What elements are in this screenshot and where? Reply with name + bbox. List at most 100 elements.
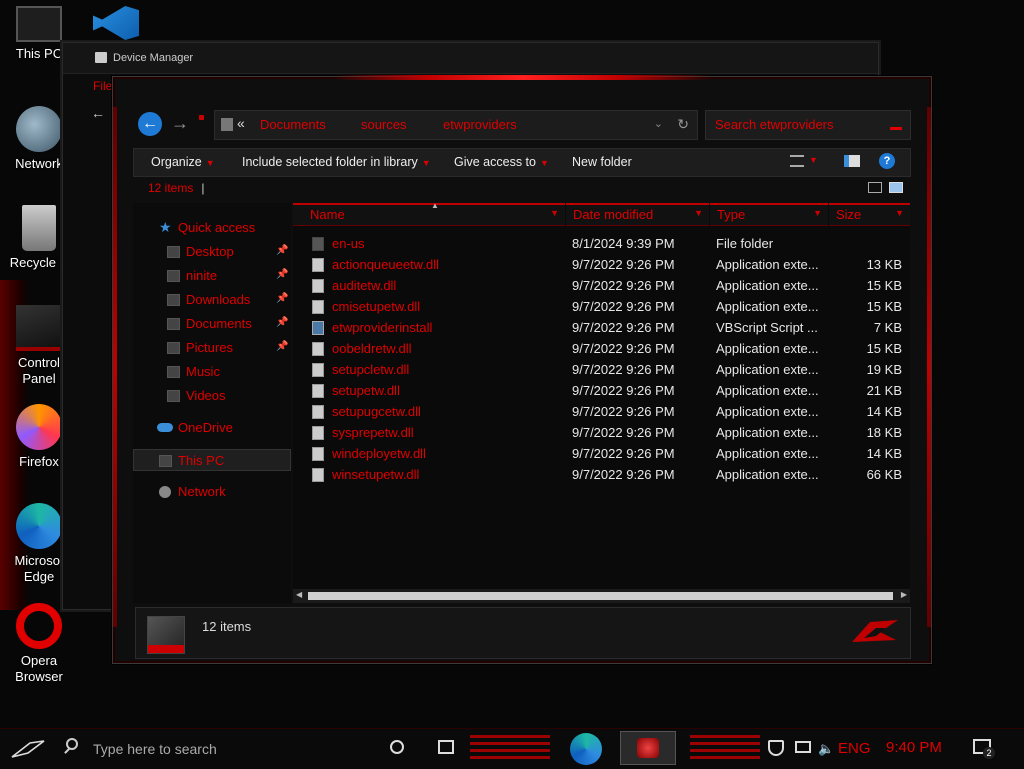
breadcrumb-etwproviders[interactable]: etwproviders bbox=[443, 117, 517, 132]
scrollbar-thumb[interactable] bbox=[308, 592, 893, 600]
column-header-size[interactable]: Size ▼ bbox=[829, 203, 910, 226]
column-label: Type bbox=[717, 207, 746, 222]
desktop-icon-opera[interactable]: Opera Browser bbox=[0, 603, 78, 685]
address-dropdown-icon[interactable]: ⌄ bbox=[654, 117, 663, 130]
table-row[interactable]: setupcletw.dll 9/7/2022 9:26 PM Applicatio… bbox=[293, 359, 910, 380]
device-manager-titlebar[interactable]: Device Manager bbox=[63, 43, 878, 74]
table-row[interactable]: winsetupetw.dll 9/7/2022 9:26 PM Applicati… bbox=[293, 464, 910, 485]
nav-this-pc[interactable]: This PC bbox=[133, 449, 291, 471]
scroll-right-icon[interactable]: ▶ bbox=[901, 590, 907, 599]
nav-item-videos[interactable]: Videos bbox=[133, 385, 291, 407]
chevron-down-icon: ▼ bbox=[421, 158, 431, 168]
start-button[interactable] bbox=[10, 737, 46, 759]
refresh-icon[interactable]: ↻ bbox=[677, 116, 689, 133]
table-row[interactable]: actionqueueetw.dll 9/7/2022 9:26 PM Applic… bbox=[293, 254, 910, 275]
pin-icon[interactable]: 📌 bbox=[276, 341, 288, 352]
chevron-down-icon[interactable]: ▼ bbox=[809, 155, 818, 165]
column-header-date[interactable]: Date modified ▼ bbox=[566, 203, 709, 226]
nav-label: Desktop bbox=[186, 244, 234, 259]
table-row[interactable]: en-us 8/1/2024 9:39 PM File folder bbox=[293, 233, 910, 254]
cortana-icon[interactable] bbox=[390, 740, 404, 754]
table-row[interactable]: setupugcetw.dll 9/7/2022 9:26 PM Applicati… bbox=[293, 401, 910, 422]
file-date-modified: 8/1/2024 9:39 PM bbox=[572, 236, 675, 251]
search-icon[interactable] bbox=[66, 738, 78, 750]
up-button[interactable] bbox=[199, 115, 204, 120]
security-shield-icon[interactable] bbox=[768, 740, 784, 756]
table-row[interactable]: auditetw.dll 9/7/2022 9:26 PM Application … bbox=[293, 275, 910, 296]
volume-muted-icon[interactable]: 🔈 bbox=[818, 741, 834, 757]
breadcrumb-overflow-icon[interactable]: « bbox=[237, 115, 245, 131]
include-in-library-button[interactable]: Include selected folder in library ▼ bbox=[242, 155, 431, 169]
edge-taskbar-icon[interactable] bbox=[570, 733, 602, 765]
device-manager-menu-file[interactable]: File bbox=[93, 79, 112, 93]
table-row[interactable]: oobeldretw.dll 9/7/2022 9:26 PM Applicatio… bbox=[293, 338, 910, 359]
pin-icon[interactable]: 📌 bbox=[276, 317, 288, 328]
nav-quick-access[interactable]: ★ Quick access bbox=[133, 217, 291, 239]
column-header-type[interactable]: Type ▼ bbox=[710, 203, 828, 226]
column-resize-icon[interactable]: ▼ bbox=[694, 208, 703, 218]
large-icons-view-icon[interactable] bbox=[889, 182, 903, 193]
clock[interactable]: 9:40 PM bbox=[886, 739, 942, 756]
address-bar[interactable]: « Documents sources etwproviders ⌄ ↻ bbox=[214, 110, 698, 140]
network-tray-icon[interactable] bbox=[795, 741, 811, 753]
task-view-icon[interactable] bbox=[438, 740, 454, 754]
pin-icon[interactable]: 📌 bbox=[276, 245, 288, 256]
device-manager-back-icon[interactable]: ← bbox=[91, 105, 105, 121]
column-label: Name bbox=[310, 207, 345, 222]
vscode-icon[interactable] bbox=[93, 6, 139, 40]
nav-onedrive[interactable]: OneDrive bbox=[133, 417, 291, 439]
file-type: Application exte... bbox=[716, 362, 819, 377]
table-row[interactable]: windeployetw.dll 9/7/2022 9:26 PM Applicat… bbox=[293, 443, 910, 464]
organize-button[interactable]: Organize ▼ bbox=[151, 155, 215, 169]
change-view-icon[interactable] bbox=[790, 155, 804, 167]
table-row[interactable]: sysprepetw.dll 9/7/2022 9:26 PM Applicatio… bbox=[293, 422, 910, 443]
help-icon[interactable]: ? bbox=[879, 153, 895, 169]
dll-file-icon bbox=[312, 342, 324, 356]
column-resize-icon[interactable]: ▼ bbox=[895, 208, 904, 218]
details-view-icon[interactable] bbox=[868, 182, 882, 193]
search-box[interactable]: Search etwproviders bbox=[705, 110, 911, 140]
file-type: Application exte... bbox=[716, 299, 819, 314]
taskbar-decoration-left bbox=[470, 735, 550, 763]
file-type: File folder bbox=[716, 236, 774, 251]
column-header-name[interactable]: Name ▲ ▼ bbox=[293, 201, 565, 226]
search-placeholder[interactable]: Search etwproviders bbox=[715, 117, 834, 132]
column-resize-icon[interactable]: ▼ bbox=[813, 208, 822, 218]
nav-label: Videos bbox=[186, 388, 226, 403]
table-row[interactable]: etwproviderinstall 9/7/2022 9:26 PM VBScri… bbox=[293, 317, 910, 338]
nav-network[interactable]: Network bbox=[133, 481, 291, 503]
nav-label: Quick access bbox=[178, 220, 256, 235]
forward-button[interactable]: → bbox=[171, 113, 189, 134]
nav-item-music[interactable]: Music bbox=[133, 361, 291, 383]
star-icon: ★ bbox=[159, 219, 172, 235]
back-button[interactable]: ← bbox=[138, 112, 162, 136]
taskbar-search-input[interactable]: Type here to search bbox=[93, 741, 217, 757]
nav-item-documents[interactable]: Documents 📌 bbox=[133, 313, 291, 335]
table-row[interactable]: setupetw.dll 9/7/2022 9:26 PM Application … bbox=[293, 380, 910, 401]
column-resize-icon[interactable]: ▼ bbox=[550, 208, 559, 218]
explorer-window[interactable]: ← → « Documents sources etwproviders ⌄ ↻… bbox=[112, 75, 932, 664]
preview-pane-icon[interactable] bbox=[844, 155, 860, 167]
notifications-icon[interactable]: 2 bbox=[973, 739, 995, 759]
give-access-button[interactable]: Give access to ▼ bbox=[454, 155, 549, 169]
table-row[interactable]: cmisetupetw.dll 9/7/2022 9:26 PM Applicati… bbox=[293, 296, 910, 317]
horizontal-scrollbar[interactable]: ◀ ▶ bbox=[293, 589, 910, 603]
breadcrumb-sources[interactable]: sources bbox=[361, 117, 407, 132]
new-folder-button[interactable]: New folder bbox=[572, 155, 632, 169]
nav-item-ninite[interactable]: ninite 📌 bbox=[133, 265, 291, 287]
nav-item-desktop[interactable]: Desktop 📌 bbox=[133, 241, 291, 263]
window-right-accent bbox=[927, 107, 931, 627]
status-separator: | bbox=[201, 181, 205, 195]
file-explorer-taskbar-icon[interactable] bbox=[620, 731, 676, 765]
pin-icon[interactable]: 📌 bbox=[276, 293, 288, 304]
file-type: Application exte... bbox=[716, 383, 819, 398]
dll-file-icon bbox=[312, 426, 324, 440]
input-language[interactable]: ENG bbox=[838, 740, 871, 757]
file-date-modified: 9/7/2022 9:26 PM bbox=[572, 362, 675, 377]
scroll-left-icon[interactable]: ◀ bbox=[296, 590, 302, 599]
pin-icon[interactable]: 📌 bbox=[276, 269, 288, 280]
breadcrumb-documents[interactable]: Documents bbox=[260, 117, 326, 132]
search-icon[interactable] bbox=[890, 127, 902, 130]
nav-item-pictures[interactable]: Pictures 📌 bbox=[133, 337, 291, 359]
nav-item-downloads[interactable]: Downloads 📌 bbox=[133, 289, 291, 311]
